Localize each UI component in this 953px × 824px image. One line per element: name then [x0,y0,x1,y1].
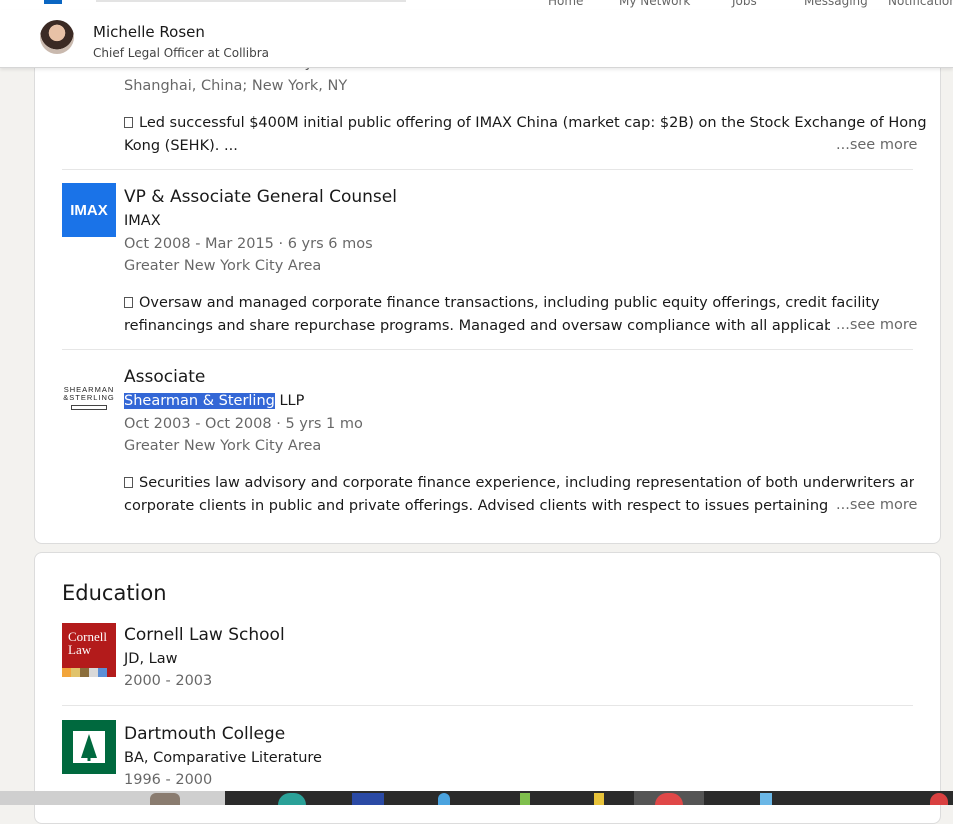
nav-jobs[interactable]: Jobs [732,0,757,8]
school-name[interactable]: Cornell Law School [124,625,285,645]
education-section: Education Cornell Law Cornell Law School… [34,552,941,824]
taskbar-edge-icon[interactable] [278,793,306,805]
experience-section: Mar 2015 - Dec 2017 · 2 yrs 10 mos Shang… [34,40,941,544]
imax-logo[interactable]: IMAX [62,183,116,237]
see-more-link[interactable]: ...see more [830,497,918,513]
section-title: Education [62,581,167,605]
taskbar-app-icon[interactable] [352,793,384,805]
avatar[interactable] [40,20,74,54]
shearman-sterling-logo[interactable]: SHEARMAN &STERLING [62,371,116,425]
profile-headline: Chief Legal Officer at Collibra [93,46,269,60]
position-title[interactable]: Associate [124,367,205,387]
bullet-box-icon [124,297,133,308]
position-location: Greater New York City Area [124,258,322,274]
taskbar-app-icon[interactable] [438,793,450,805]
see-more-link[interactable]: ...see more [830,137,918,153]
profile-name[interactable]: Michelle Rosen [93,23,205,41]
search-input[interactable] [96,0,406,2]
divider [62,349,913,350]
school-years: 1996 - 2000 [124,772,213,788]
taskbar-app-icon[interactable] [760,793,772,805]
nav-messaging[interactable]: Messaging [804,0,868,8]
nav-my-network[interactable]: My Network [619,0,690,8]
nav-notifications[interactable]: Notifications [888,0,953,8]
taskbar [0,791,953,805]
position-title[interactable]: VP & Associate General Counsel [124,187,397,207]
position-description: Securities law advisory and corporate fi… [124,475,914,514]
company-name[interactable]: IMAX [124,213,161,229]
taskbar-search-area[interactable] [0,791,225,805]
position-dates: Oct 2008 - Mar 2015 · 6 yrs 6 mos [124,236,373,252]
global-nav: Home My Network Jobs Messaging Notificat… [0,0,953,10]
taskbar-app-icon[interactable] [150,793,180,805]
top-entry-location: Shanghai, China; New York, NY [124,78,348,94]
position-description: Oversaw and managed corporate finance tr… [124,295,880,334]
taskbar-app-icon[interactable] [930,793,948,805]
position-location: Greater New York City Area [124,438,322,454]
degree: JD, Law [124,651,178,667]
divider [62,169,913,170]
taskbar-app-icon[interactable] [520,793,530,805]
school-name[interactable]: Dartmouth College [124,724,285,744]
dartmouth-logo[interactable] [62,720,116,774]
company-name[interactable]: Shearman & Sterling LLP [124,393,304,409]
top-entry-description: Led successful $400M initial public offe… [124,115,927,154]
position-dates: Oct 2003 - Oct 2008 · 5 yrs 1 mo [124,416,363,432]
degree: BA, Comparative Literature [124,750,322,766]
bullet-box-icon [124,477,133,488]
tree-icon [73,731,105,763]
nav-home[interactable]: Home [548,0,583,8]
divider [62,705,913,706]
cornell-law-logo[interactable]: Cornell Law [62,623,116,677]
selected-text: Shearman & Sterling [124,393,275,409]
taskbar-app-icon[interactable] [594,793,604,805]
linkedin-logo-icon[interactable] [44,0,62,4]
sticky-profile-bar: Michelle Rosen Chief Legal Officer at Co… [0,10,953,68]
bullet-box-icon [124,117,133,128]
see-more-link[interactable]: ...see more [830,317,918,333]
school-years: 2000 - 2003 [124,673,213,689]
